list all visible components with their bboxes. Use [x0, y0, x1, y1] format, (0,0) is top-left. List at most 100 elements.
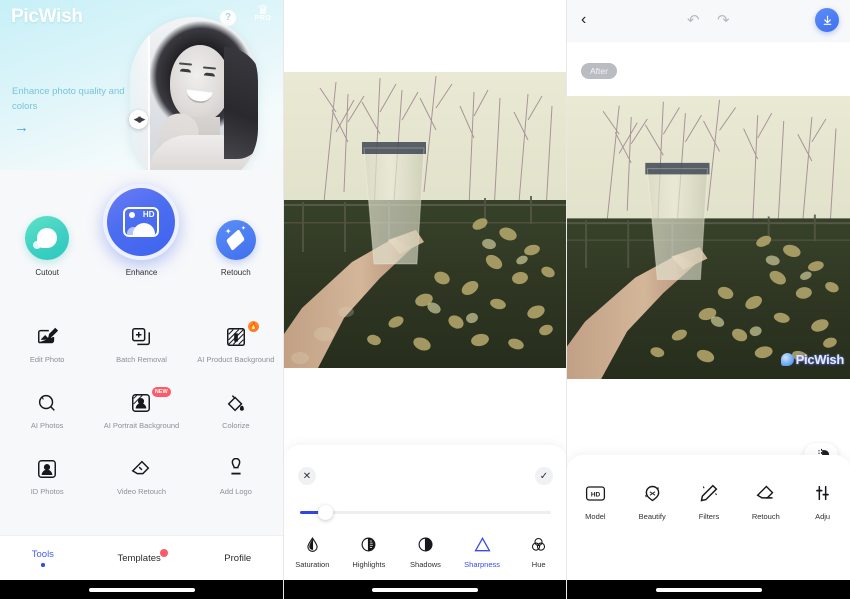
- tab-label: Profile: [224, 552, 252, 564]
- slider-knob[interactable]: [318, 504, 333, 520]
- adjust-sharpness[interactable]: Sharpness: [454, 533, 511, 569]
- photo-cup-garden-after: [567, 96, 850, 379]
- tool-batch-removal[interactable]: Batch Removal: [94, 325, 188, 365]
- bottom-tabbar: Tools Templates Profile: [0, 535, 283, 580]
- batch-removal-icon: [129, 325, 153, 349]
- tool-edit-photo[interactable]: Edit Photo: [0, 325, 94, 365]
- main-feature-row: Cutout HD Enhance ✦ ✦ Retouch: [0, 184, 283, 278]
- home-bar: [567, 580, 850, 599]
- tab-tools[interactable]: Tools: [32, 549, 54, 567]
- three-circles-icon: [510, 533, 566, 555]
- edit-photo-icon: [35, 325, 59, 349]
- tool-ai-product-background[interactable]: 🔥 AI Product Background: [189, 321, 283, 365]
- tool-ai-photos[interactable]: AI Photos: [0, 391, 94, 431]
- contrast-circle-icon: [397, 533, 454, 555]
- tool-label: AI Product Background: [197, 355, 275, 364]
- tab-templates[interactable]: Templates: [117, 548, 168, 564]
- droplet-icon: [284, 533, 341, 555]
- adjust-label: Sharpness: [464, 560, 500, 569]
- retouch-eraser-icon: [737, 480, 794, 506]
- cancel-button[interactable]: ✕: [298, 467, 316, 485]
- filters-pen-icon: [681, 480, 738, 506]
- adjust-slider[interactable]: [300, 504, 551, 521]
- before-side-overlay: [130, 17, 148, 178]
- result-tool-retouch[interactable]: Retouch: [737, 480, 794, 521]
- hero-banner: PicWish ? ♛ PRO Enhance photo quality an…: [0, 0, 283, 178]
- home-indicator: [655, 587, 762, 592]
- tool-video-retouch[interactable]: Video Retouch: [94, 457, 188, 497]
- edit-preview-image[interactable]: [284, 72, 566, 368]
- screen-result: ‹ ↶ ↷ After PicWish HD Model Beautify Fi…: [566, 0, 850, 599]
- home-indicator: [88, 587, 195, 592]
- result-tool-label: Adju: [815, 512, 831, 521]
- ai-product-background-icon: [224, 325, 248, 349]
- add-logo-icon: [224, 457, 248, 481]
- redo-icon[interactable]: ↷: [717, 11, 730, 29]
- ai-photos-icon: [35, 391, 59, 415]
- result-tool-label: Filters: [698, 512, 720, 521]
- hot-badge-icon: 🔥: [248, 321, 259, 332]
- adjust-label: Hue: [531, 560, 546, 569]
- screen-adjust: ✕ ✓ Saturation Highlights Shadows Sharpn…: [283, 0, 566, 599]
- tab-label: Templates: [117, 552, 161, 564]
- tool-label: AI Portrait Background: [103, 421, 180, 430]
- back-icon[interactable]: ‹: [581, 10, 597, 30]
- result-tool-beautify[interactable]: Beautify: [624, 480, 681, 521]
- picwish-logo-icon: [780, 353, 794, 366]
- app-logo: PicWish: [11, 6, 83, 27]
- before-after-slider-handle[interactable]: ◀▶: [129, 110, 148, 129]
- result-tool-label: Beautify: [638, 512, 666, 521]
- undo-icon[interactable]: ↶: [687, 11, 700, 29]
- result-preview-image[interactable]: PicWish: [567, 96, 850, 379]
- face-shape: [170, 45, 230, 121]
- feature-label: Retouch: [220, 268, 251, 277]
- colorize-icon: [224, 391, 248, 415]
- feature-cutout[interactable]: Cutout: [6, 216, 88, 278]
- watermark: PicWish: [780, 352, 844, 367]
- feature-retouch[interactable]: ✦ ✦ Retouch: [195, 220, 277, 278]
- result-tool-model[interactable]: HD Model: [567, 480, 624, 521]
- result-tool-label: Model: [585, 512, 606, 521]
- apply-button[interactable]: ✓: [535, 467, 553, 485]
- home-bar: [0, 580, 283, 599]
- after-badge[interactable]: After: [581, 63, 617, 79]
- tool-label: Edit Photo: [29, 355, 65, 364]
- feature-label: Cutout: [35, 268, 59, 277]
- feature-enhance[interactable]: HD Enhance: [100, 184, 182, 278]
- id-photos-icon: [35, 457, 59, 481]
- before-after-divider: [148, 17, 150, 178]
- adjust-shadows[interactable]: Shadows: [397, 533, 454, 569]
- result-tool-filters[interactable]: Filters: [681, 480, 738, 521]
- result-tool-label: Retouch: [751, 512, 780, 521]
- tool-id-photos[interactable]: ID Photos: [0, 457, 94, 497]
- download-icon[interactable]: [815, 8, 839, 32]
- tool-label: Add Logo: [219, 487, 252, 496]
- adjust-highlights[interactable]: Highlights: [341, 533, 398, 569]
- result-tool-adjust[interactable]: Adju: [794, 480, 850, 521]
- adjust-panel: ✕ ✓ Saturation Highlights Shadows Sharpn…: [284, 445, 566, 580]
- result-toolbar: HD Model Beautify Filters Retouch Adju: [567, 455, 850, 580]
- hd-model-icon: HD: [567, 480, 624, 506]
- tool-label: Colorize: [222, 421, 250, 430]
- tool-grid: Edit Photo Batch Removal 🔥 AI Product Ba…: [0, 321, 283, 497]
- adjustment-list: Saturation Highlights Shadows Sharpness …: [284, 533, 566, 569]
- tool-add-logo[interactable]: Add Logo: [189, 457, 283, 497]
- templates-badge-dot: [159, 548, 168, 557]
- tool-colorize[interactable]: Colorize: [189, 391, 283, 431]
- tool-ai-portrait-background[interactable]: NEW AI Portrait Background: [94, 387, 188, 431]
- portrait-face: [130, 17, 258, 178]
- adjust-label: Highlights: [352, 560, 386, 569]
- feature-label: Enhance: [125, 268, 158, 277]
- adjust-hue[interactable]: Hue: [510, 533, 566, 569]
- tab-label: Tools: [31, 549, 54, 561]
- tool-label: Video Retouch: [116, 487, 167, 496]
- tool-label: AI Photos: [30, 421, 64, 430]
- adjust-saturation[interactable]: Saturation: [284, 533, 341, 569]
- cutout-icon: [25, 216, 70, 260]
- hero-tagline: Enhance photo quality and colors: [12, 86, 125, 112]
- tab-profile[interactable]: Profile: [224, 553, 251, 564]
- home-indicator: [372, 587, 478, 592]
- arrow-right-icon[interactable]: →: [14, 120, 29, 135]
- beautify-icon: [624, 480, 681, 506]
- video-retouch-icon: [129, 457, 153, 481]
